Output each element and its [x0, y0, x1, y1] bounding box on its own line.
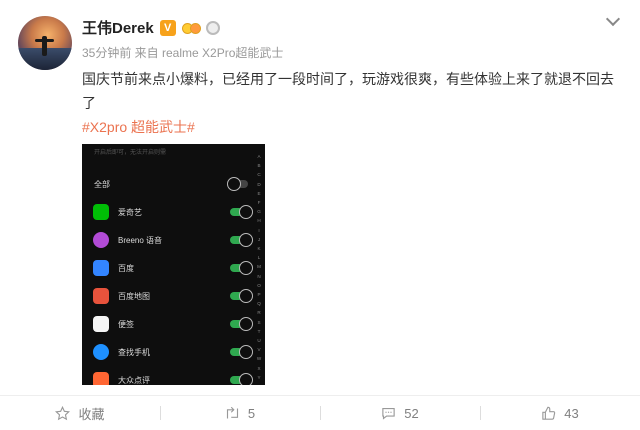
repost-count: 5 [247, 405, 256, 421]
verified-badge-icon: V [159, 19, 176, 36]
repost-icon [226, 406, 238, 418]
app-row: 查找手机 [82, 338, 253, 366]
comment-icon [382, 407, 395, 420]
alphabet-letter: J [257, 236, 261, 242]
medal-icon [205, 20, 220, 35]
favorite-label: 收藏 [78, 406, 105, 422]
alphabet-letter: G [257, 209, 261, 215]
alphabet-letter: M [257, 264, 261, 270]
avatar[interactable] [18, 16, 72, 70]
attached-screenshot[interactable]: 开启后即可，无法开启则需 全部 爱奇艺 Breeno 语音 百度百度地图便签查找手机… [82, 144, 265, 385]
app-toggle [230, 205, 253, 219]
app-toggle [230, 373, 253, 385]
alphabet-letter: N [257, 273, 261, 279]
comment-count: 52 [404, 405, 419, 421]
app-toggle [230, 317, 253, 331]
like-button[interactable]: 43 [480, 396, 640, 430]
star-icon [55, 405, 71, 420]
app-row: 百度地图 [82, 282, 253, 310]
baidu-map-icon [93, 288, 109, 304]
alphabet-letter: Q [257, 301, 261, 307]
app-toggle [230, 233, 253, 247]
app-label: 百度地图 [118, 291, 150, 301]
alphabet-letter: C [257, 172, 261, 178]
app-label: 百度 [118, 263, 134, 273]
notes-icon [93, 316, 109, 332]
app-row: 百度 [82, 254, 253, 282]
app-label: 查找手机 [118, 347, 150, 357]
app-label: 便签 [118, 319, 134, 329]
alphabet-letter: F [257, 200, 261, 206]
alphabet-letter: A [257, 154, 261, 159]
alphabet-letter: W [256, 356, 262, 362]
app-toggle [230, 289, 253, 303]
comment-button[interactable]: 52 [320, 396, 480, 430]
post-body: 国庆节前来点小爆料，已经用了一段时间了，玩游戏很爽，有些体验上来了就退不回去了 [82, 71, 614, 111]
author-name[interactable]: 王伟Derek [82, 17, 154, 38]
app-toggle [230, 345, 253, 359]
alphabet-letter: T [257, 328, 261, 334]
app-label: Breeno 语音 [118, 235, 163, 245]
like-count: 43 [564, 405, 579, 421]
alphabet-letter: X [257, 365, 261, 371]
alphabet-letter: H [257, 218, 261, 224]
screenshot-hint: 开启后即可，无法开启则需 [94, 150, 167, 156]
all-toggle [227, 177, 248, 191]
more-chevron-icon[interactable] [605, 11, 621, 27]
alphabet-letter: P [257, 292, 261, 298]
dianping-icon [93, 372, 109, 385]
alphabet-letter: R [257, 310, 261, 316]
alphabet-letter: I [258, 227, 260, 233]
repost-button[interactable]: 5 [160, 396, 320, 430]
all-label: 全部 [94, 179, 110, 189]
post-meta: 35分钟前 来自 realme X2Pro超能武士 [82, 44, 283, 61]
iqiyi-icon [93, 204, 109, 220]
baidu-icon [93, 260, 109, 276]
favorite-button[interactable]: 收藏 [0, 396, 160, 430]
alphabet-letter: U [257, 338, 261, 344]
alphabet-letter: S [257, 319, 261, 325]
alphabet-letter: O [257, 282, 261, 288]
alphabet-letter: D [257, 181, 261, 187]
alphabet-letter: Z [255, 382, 263, 385]
author-row: 王伟Derek V [82, 17, 220, 38]
app-label: 大众点评 [118, 375, 150, 385]
app-label: 爱奇艺 [118, 207, 142, 217]
action-bar: 收藏 5 52 43 [0, 396, 640, 430]
app-row: 便签 [82, 310, 253, 338]
breeno-icon [93, 232, 109, 248]
alphabet-index: ABCDEFGHIJKLMNOPQRSTUVWXYZ# [255, 152, 263, 385]
thumbs-up-icon [542, 406, 556, 420]
all-row: 全部 [82, 170, 250, 198]
emoji-badge-icon [181, 21, 201, 35]
alphabet-letter: E [257, 190, 261, 196]
app-row: Breeno 语音 [82, 226, 253, 254]
find-phone-icon [93, 344, 109, 360]
alphabet-letter: B [257, 163, 261, 169]
alphabet-letter: L [257, 255, 261, 261]
avatar-figure [42, 36, 47, 56]
post-time-source: 35分钟前 来自 realme X2Pro超能武士 [82, 46, 284, 60]
hashtag-link[interactable]: #X2pro 超能武士# [82, 117, 195, 137]
app-toggle [230, 261, 253, 275]
alphabet-letter: V [257, 347, 261, 353]
app-row: 大众点评 [82, 366, 253, 385]
alphabet-letter: K [257, 246, 261, 252]
alphabet-letter: Y [257, 374, 261, 380]
app-row: 爱奇艺 [82, 198, 253, 226]
